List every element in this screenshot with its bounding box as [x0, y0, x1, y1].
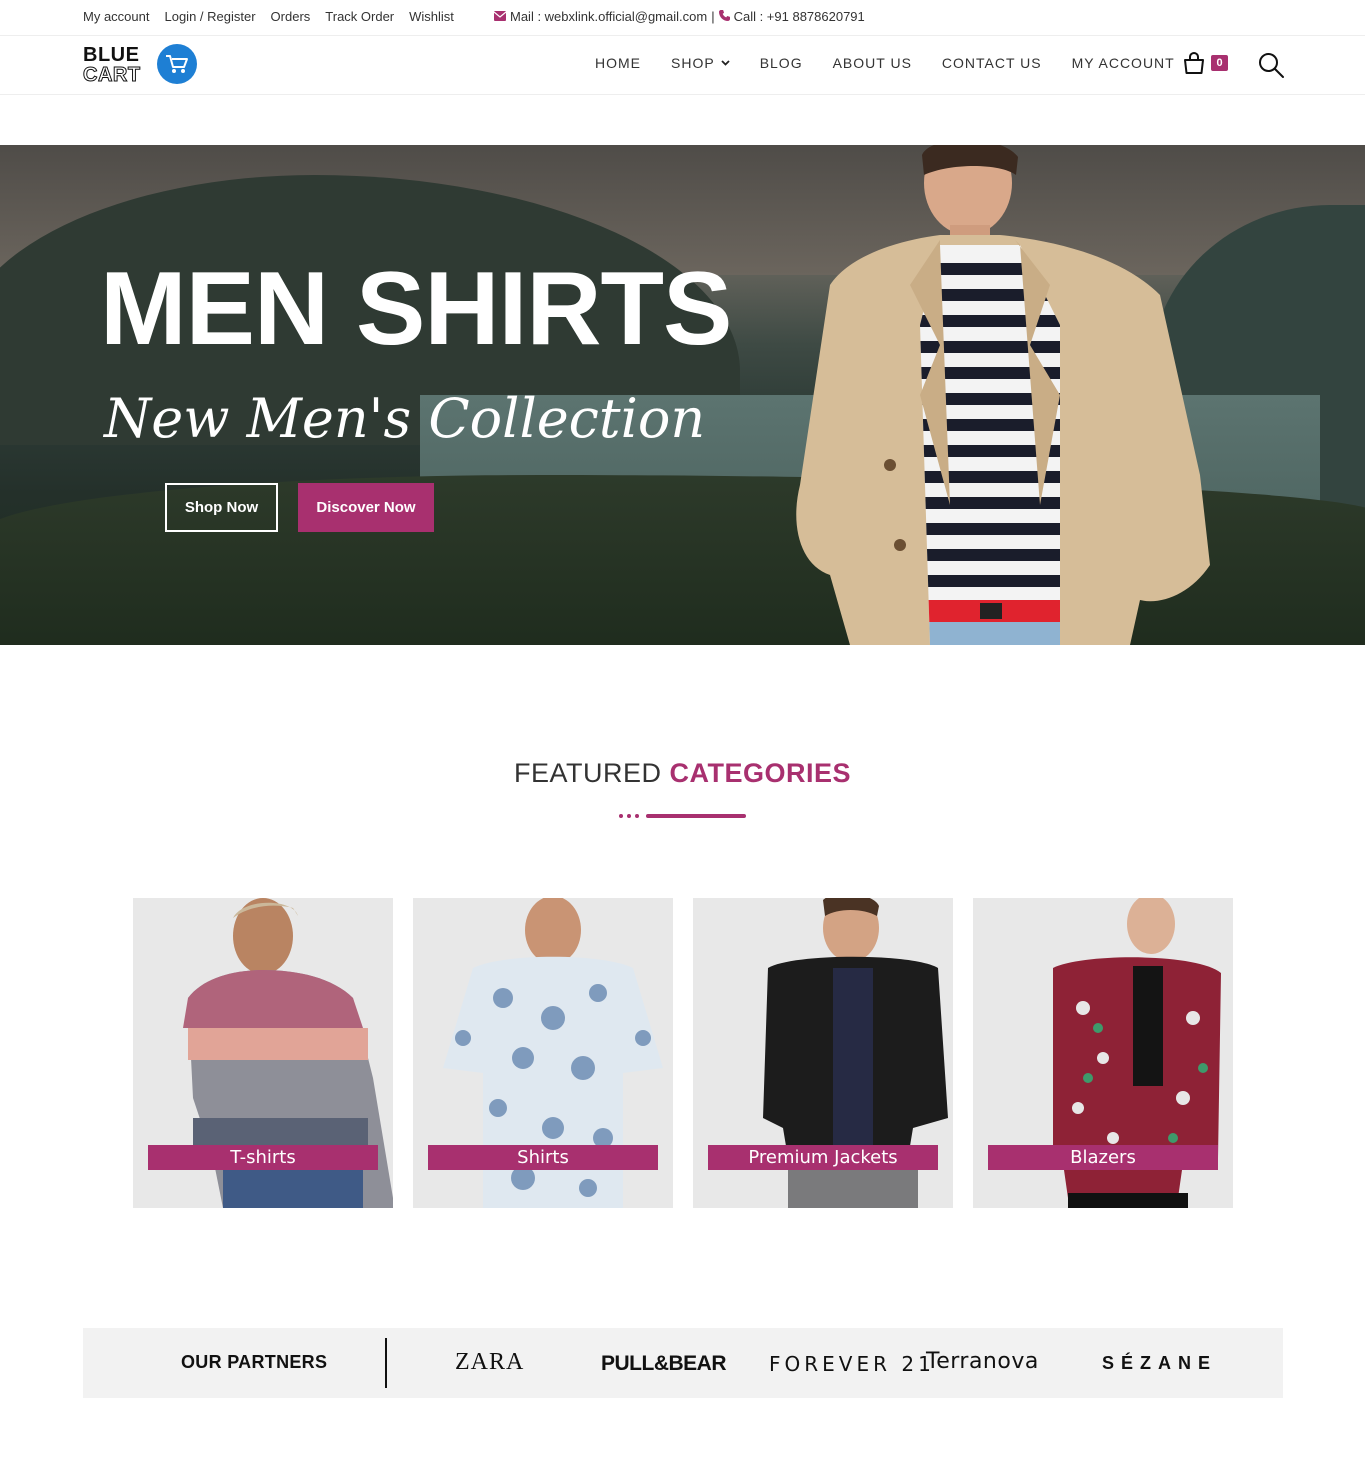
category-card-blazers[interactable]: Blazers [973, 898, 1233, 1208]
contact-info: Mail : webxlink.official@gmail.com | Cal… [493, 9, 865, 24]
partners-divider [385, 1338, 387, 1388]
separator-dot [627, 814, 631, 818]
chevron-down-icon [721, 58, 730, 69]
category-label: T-shirts [148, 1145, 378, 1170]
top-bar: My account Login / Register Orders Track… [0, 0, 1365, 36]
brand-logo-forever21[interactable]: FOREVER 21 [769, 1352, 935, 1376]
nav-my-account[interactable]: MY ACCOUNT [1072, 55, 1175, 71]
top-links: My account Login / Register Orders Track… [83, 9, 454, 24]
phone-icon [718, 9, 730, 24]
separator-dot [635, 814, 639, 818]
cart-count-badge: 0 [1211, 55, 1228, 71]
shopping-bag-icon [1182, 51, 1206, 79]
separator-dot [619, 814, 623, 818]
my-account-link[interactable]: My account [83, 9, 149, 24]
call-text[interactable]: Call : +91 8878620791 [734, 9, 865, 24]
heading-separator [619, 813, 749, 819]
logo-cart-icon [157, 44, 197, 84]
heading-part-featured: FEATURED [513, 758, 662, 788]
contact-separator: | [711, 9, 715, 24]
main-header: BLUE CART HOME SHOP BLOG ABOUT US CONTAC… [0, 36, 1365, 95]
category-card-premium-jackets[interactable]: Premium Jackets [693, 898, 953, 1208]
category-cards: T-shirts Shirts Premium Jackets Blazers [133, 898, 1233, 1208]
wishlist-link[interactable]: Wishlist [409, 9, 454, 24]
category-card-tshirts[interactable]: T-shirts [133, 898, 393, 1208]
heading-part-categories: CATEGORIES [669, 758, 852, 788]
site-logo[interactable]: BLUE CART [83, 44, 203, 87]
shop-now-button[interactable]: Shop Now [165, 483, 278, 532]
hero-subheadline: New Men's Collection [104, 387, 706, 450]
brand-logo-pull-and-bear[interactable]: PULL&BEAR [601, 1352, 727, 1376]
search-button[interactable] [1257, 51, 1285, 79]
hero-headline: MEN SHIRTS [100, 251, 732, 367]
brand-logo-terranova[interactable]: Terranova [926, 1349, 1039, 1374]
brand-logo-zara[interactable]: ZARA [455, 1349, 524, 1376]
brand-logo-sezane[interactable]: SÉZANE [1102, 1353, 1217, 1374]
partners-title: OUR PARTNERS [181, 1352, 328, 1372]
nav-contact-us[interactable]: CONTACT US [942, 55, 1042, 71]
orders-link[interactable]: Orders [271, 9, 311, 24]
nav-about-us[interactable]: ABOUT US [833, 55, 912, 71]
separator-line [646, 814, 746, 818]
hero-model-image [796, 145, 1210, 645]
login-register-link[interactable]: Login / Register [164, 9, 255, 24]
category-label: Premium Jackets [708, 1145, 938, 1170]
envelope-icon [493, 10, 507, 24]
category-label: Blazers [988, 1145, 1218, 1170]
category-card-shirts[interactable]: Shirts [413, 898, 673, 1208]
track-order-link[interactable]: Track Order [325, 9, 394, 24]
nav-shop-label: SHOP [671, 55, 715, 71]
category-label: Shirts [428, 1145, 658, 1170]
hero-banner: MEN SHIRTS New Men's Collection Shop Now… [0, 145, 1365, 645]
discover-now-button[interactable]: Discover Now [298, 483, 434, 532]
logo-word-cart: CART [83, 64, 141, 87]
nav-home[interactable]: HOME [595, 55, 641, 71]
mail-text[interactable]: Mail : webxlink.official@gmail.com [510, 9, 707, 24]
main-nav: HOME SHOP BLOG ABOUT US CONTACT US MY AC… [595, 55, 1205, 71]
nav-shop[interactable]: SHOP [671, 55, 730, 71]
nav-blog[interactable]: BLOG [760, 55, 803, 71]
featured-categories-heading: FEATURED CATEGORIES [0, 758, 1365, 789]
search-icon [1257, 53, 1285, 83]
partners-strip: OUR PARTNERS ZARA PULL&BEAR FOREVER 21 T… [83, 1328, 1283, 1398]
cart-button[interactable]: 0 [1182, 51, 1230, 77]
